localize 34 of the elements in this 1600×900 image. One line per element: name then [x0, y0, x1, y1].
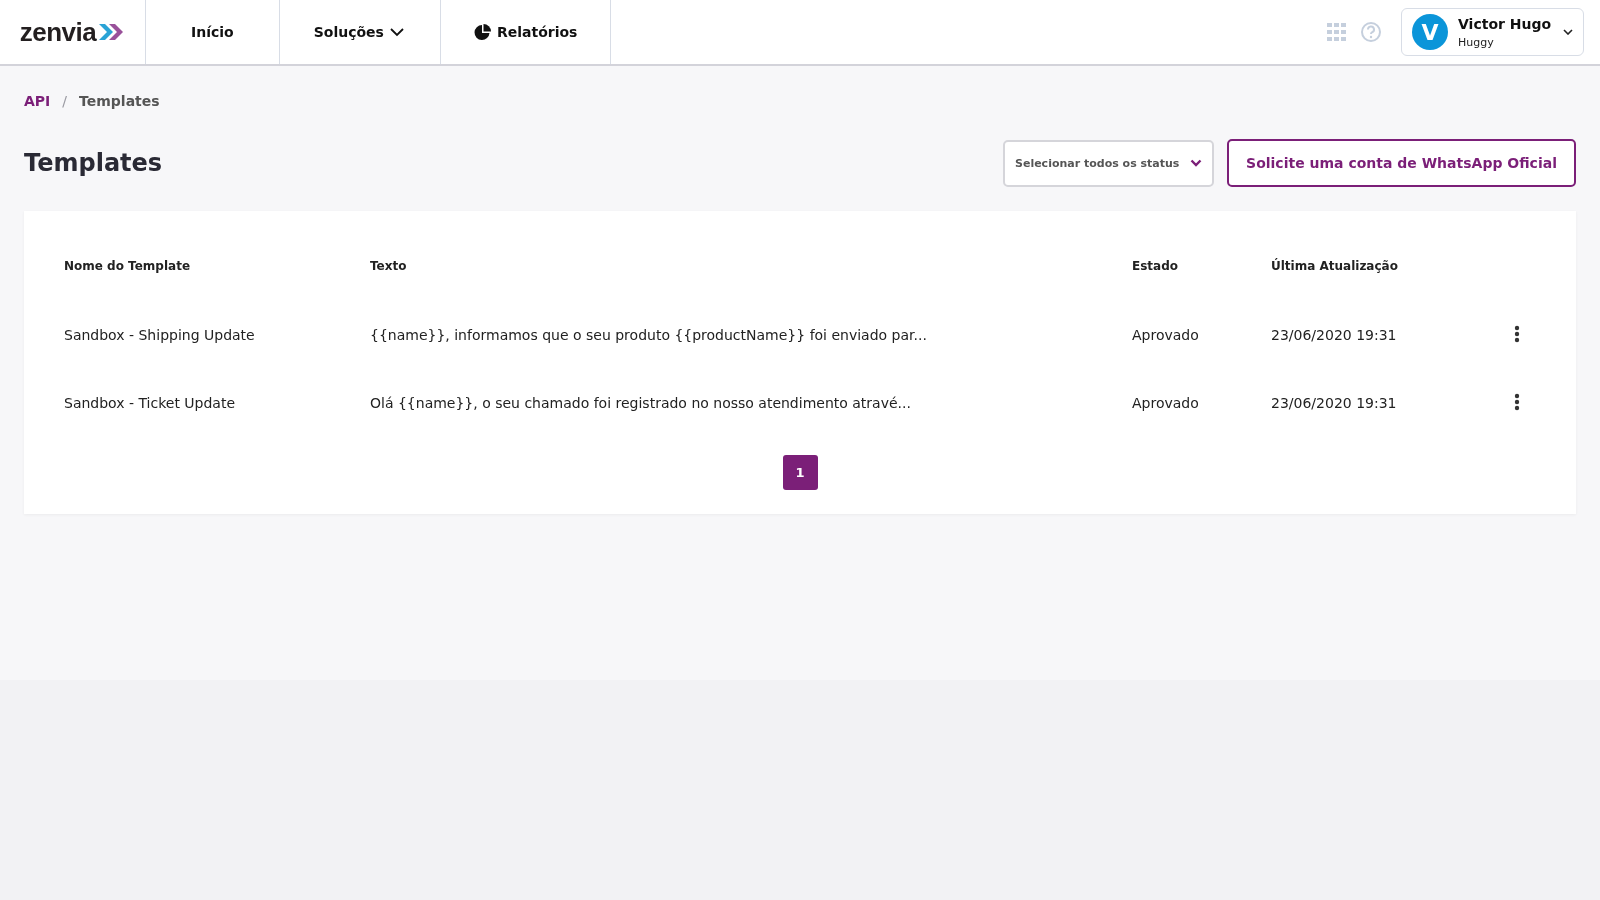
table-cell: {{name}}, informamos que o seu produto {{productName}} foi enviado par...	[370, 327, 927, 343]
breadcrumb-separator: /	[62, 93, 68, 109]
avatar: V	[1412, 14, 1448, 50]
user-menu[interactable]: V Victor Hugo Huggy	[1401, 8, 1584, 56]
caret-icon	[1563, 29, 1573, 35]
breadcrumb-current: Templates	[79, 93, 160, 109]
chevron-down-icon	[389, 27, 404, 37]
column-header: Última Atualização	[1271, 259, 1398, 273]
nav-link[interactable]: Soluções	[279, 0, 441, 64]
table-cell: 23/06/2020 19:31	[1271, 327, 1397, 343]
organization-name: Huggy	[1458, 35, 1494, 49]
breadcrumb-link[interactable]: API	[24, 93, 51, 109]
table-cell: Aprovado	[1132, 395, 1199, 411]
chevrons-icon	[99, 22, 126, 42]
page-button[interactable]: 1	[782, 455, 818, 490]
table-cell: Olá {{name}}, o seu chamado foi registrado no nosso atendimento atravé...	[370, 395, 911, 411]
caret-icon	[1190, 159, 1202, 167]
table-cell: Sandbox - Shipping Update	[64, 327, 255, 343]
nav-link[interactable]: Início	[146, 0, 280, 64]
column-header: Estado	[1132, 259, 1178, 273]
logo-text[interactable]: zenvia	[19, 16, 97, 48]
user-name: Victor Hugo	[1458, 15, 1552, 32]
pie-chart-icon	[473, 23, 491, 41]
more-options-icon[interactable]	[1514, 392, 1520, 411]
table-cell: Sandbox - Ticket Update	[64, 395, 236, 411]
column-header: Nome do Template	[64, 259, 191, 273]
more-options-icon[interactable]	[1514, 324, 1520, 343]
table-cell: Aprovado	[1132, 327, 1199, 343]
table-cell: 23/06/2020 19:31	[1271, 395, 1397, 411]
request-account-button[interactable]: Solicite uma conta de WhatsApp Oficial	[1227, 139, 1576, 187]
column-header: Texto	[370, 259, 407, 273]
status-filter-dropdown[interactable]: Selecionar todos os status	[1003, 139, 1214, 187]
nav-link[interactable]: Relatórios	[440, 0, 612, 64]
page-title: Templates	[24, 149, 163, 177]
